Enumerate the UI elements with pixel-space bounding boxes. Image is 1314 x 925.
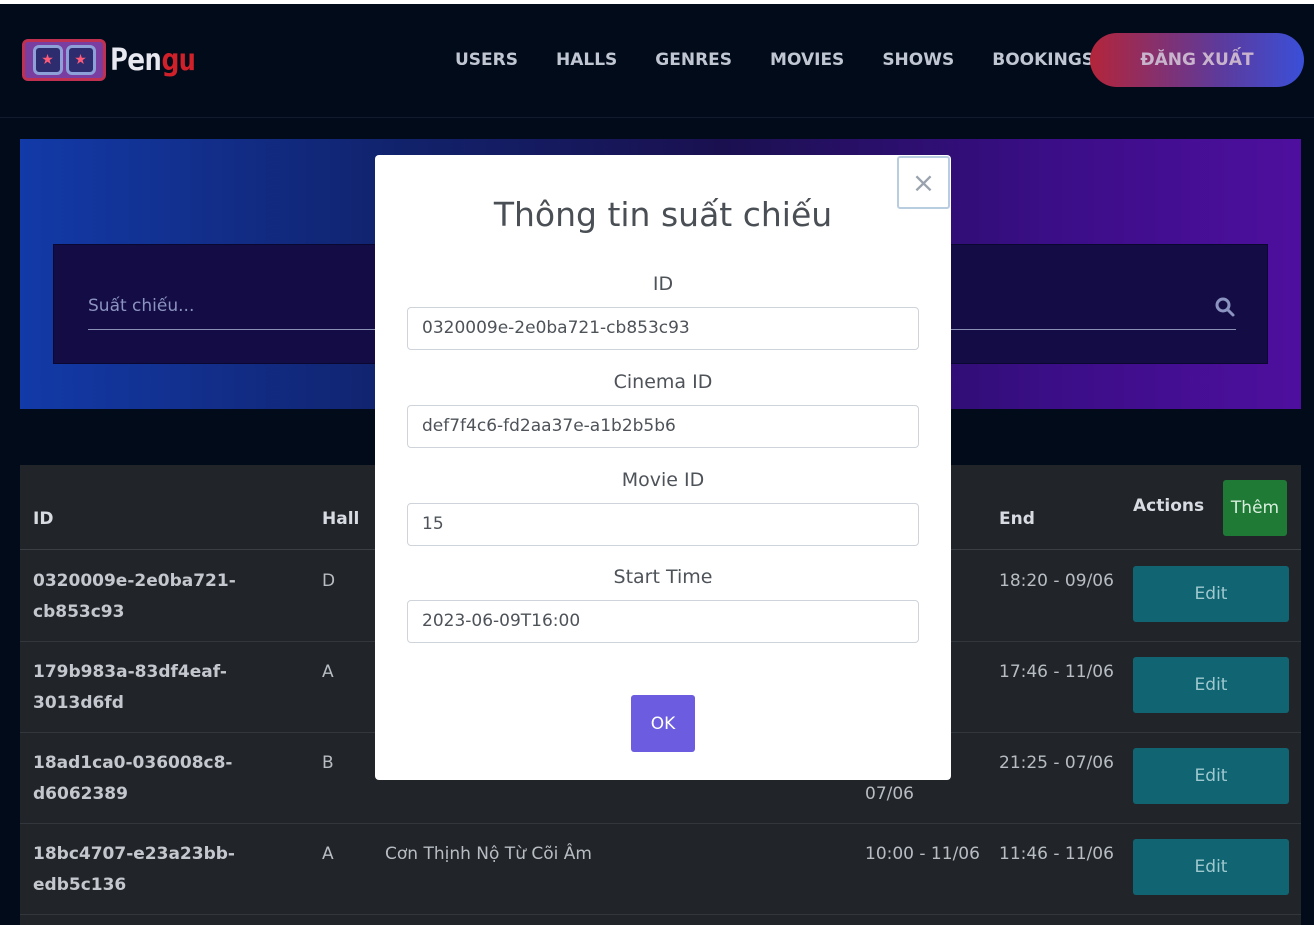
ok-button[interactable]: OK [631,695,695,752]
label-cinema-id: Cinema ID [613,371,713,393]
id-field[interactable]: 0320009e-2e0ba721-cb853c93 [407,307,919,350]
start-time-field[interactable]: 2023-06-09T16:00 [407,600,919,643]
cinema-id-field[interactable]: def7f4c6-fd2aa37e-a1b2b5b6 [407,405,919,448]
modal-overlay: × Thông tin suất chiếu ID 0320009e-2e0ba… [0,0,1314,925]
show-info-modal: × Thông tin suất chiếu ID 0320009e-2e0ba… [375,155,951,780]
label-start-time: Start Time [613,566,713,588]
label-id: ID [652,273,674,295]
movie-id-field[interactable]: 15 [407,503,919,546]
modal-title: Thông tin suất chiếu [493,195,833,234]
label-movie-id: Movie ID [621,469,705,491]
